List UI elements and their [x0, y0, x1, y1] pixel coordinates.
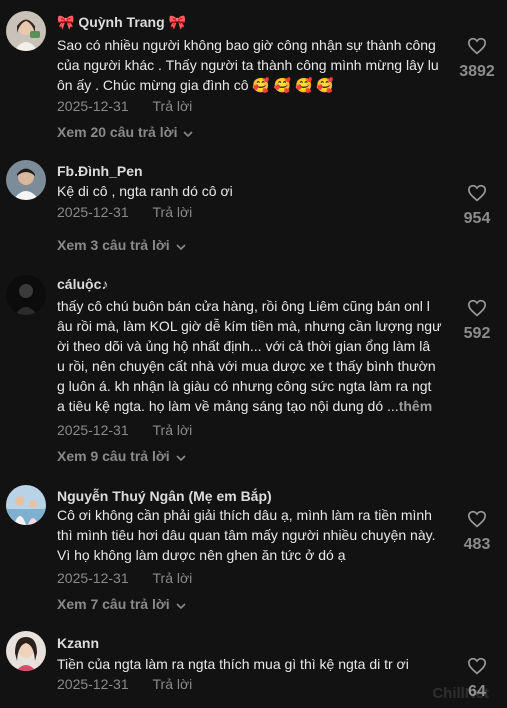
like-button[interactable]: 592 [447, 299, 507, 343]
view-replies-label: Xem 9 câu trả lời [57, 448, 170, 464]
comment-username[interactable]: 🎀 Quỳnh Trang 🎀 [57, 14, 186, 31]
avatar[interactable] [6, 275, 46, 315]
avatar[interactable] [6, 160, 46, 200]
view-replies-label: Xem 20 câu trả lời [57, 124, 178, 140]
comment-date: 2025-12-31 [57, 570, 129, 586]
reply-button[interactable]: Trả lời [153, 422, 193, 438]
comment-text-line: a tiêu kệ ngta. họ làm về mảng sáng tạo … [57, 396, 445, 416]
like-count: 483 [463, 536, 491, 553]
comment-text-line: ời theo dõi và ủng hộ nhất định... với c… [57, 338, 431, 354]
comment-meta: 2025-12-31 Trả lời [57, 98, 192, 114]
heart-outline-icon [447, 510, 507, 533]
comment-text-line: Tiền của ngta làm ra ngta thích mua gì t… [57, 656, 409, 672]
comment-text-line: thì mình tiêu hơi dâu quan tâm mấy người… [57, 527, 436, 543]
reply-button[interactable]: Trả lời [153, 676, 193, 692]
view-replies-button[interactable]: Xem 9 câu trả lời [57, 448, 186, 465]
avatar[interactable] [6, 11, 46, 51]
comment-username[interactable]: cáluộc♪ [57, 276, 108, 292]
comment-text: Cô ơi không cần phải giải thích dâu ạ, m… [57, 505, 445, 565]
comment-date: 2025-12-31 [57, 422, 129, 438]
comment-meta: 2025-12-31 Trả lời [57, 570, 192, 586]
comment-date: 2025-12-31 [57, 98, 129, 114]
view-replies-button[interactable]: Xem 20 câu trả lời [57, 124, 194, 141]
reply-button[interactable]: Trả lời [153, 204, 193, 220]
reply-button[interactable]: Trả lời [153, 570, 193, 586]
like-count: 3892 [459, 63, 495, 80]
chevron-down-icon [183, 125, 194, 141]
comment-text-line: ôn ấy . Chúc mừng gia đình cô 🥰 🥰 🥰 🥰 [57, 77, 334, 93]
comment-text-tail: a tiêu kệ ngta. họ làm về mảng sáng tạo … [57, 398, 399, 414]
avatar[interactable] [6, 485, 46, 525]
comment-text-line: của người khác . Thấy người ta thành côn… [57, 57, 439, 73]
comment-date: 2025-12-31 [57, 676, 129, 692]
view-replies-button[interactable]: Xem 7 câu trả lời [57, 596, 186, 613]
comment-meta: 2025-12-31 Trả lời [57, 204, 192, 220]
heart-outline-icon [447, 299, 507, 322]
like-button[interactable]: 954 [447, 184, 507, 228]
view-replies-button[interactable]: Xem 3 câu trả lời [57, 237, 186, 254]
comment-text-line: thấy cô chú buôn bán cửa hàng, rồi ông L… [57, 298, 430, 314]
comment-text: Tiền của ngta làm ra ngta thích mua gì t… [57, 654, 445, 674]
comment-meta: 2025-12-31 Trả lời [57, 676, 192, 692]
watermark: ChillNet [432, 685, 489, 702]
reply-button[interactable]: Trả lời [153, 98, 193, 114]
comment-text-line: g luôn á. kh nhận là giàu có nhưng công … [57, 378, 432, 394]
see-more-button[interactable]: thêm [399, 398, 432, 414]
comment-text-line: Vì họ không làm dược nên ghen ăn tức ở d… [57, 547, 346, 563]
comment-text-line: Sao có nhiều người không bao giờ công nh… [57, 37, 436, 53]
heart-outline-icon [447, 37, 507, 60]
heart-outline-icon [447, 184, 507, 207]
like-button[interactable]: 483 [447, 510, 507, 554]
chevron-down-icon [176, 238, 186, 254]
comment-text-line: âu rồi mà, làm KOL giờ dễ kím tiền mà, n… [57, 318, 442, 334]
view-replies-label: Xem 7 câu trả lời [57, 596, 170, 612]
chevron-down-icon [176, 449, 186, 465]
comment-text-line: Kệ di cô , ngta ranh dó cô ơi [57, 183, 233, 199]
comment-text: Sao có nhiều người không bao giờ công nh… [57, 35, 445, 95]
comment-text: Kệ di cô , ngta ranh dó cô ơi [57, 181, 445, 201]
avatar[interactable] [6, 631, 46, 671]
view-replies-label: Xem 3 câu trả lời [57, 237, 170, 253]
comment-date: 2025-12-31 [57, 204, 129, 220]
like-count: 954 [463, 210, 491, 227]
comment-meta: 2025-12-31 Trả lời [57, 422, 192, 438]
comment-username[interactable]: Nguyễn Thuý Ngân (Mẹ em Bắp) [57, 488, 272, 504]
comment-text: thấy cô chú buôn bán cửa hàng, rồi ông L… [57, 296, 445, 416]
comment-username[interactable]: Kzann [57, 635, 99, 651]
comment-text-line: u rồi, nên chuyện cất nhà với mua dược x… [57, 358, 436, 374]
like-button[interactable]: 3892 [447, 37, 507, 81]
heart-outline-icon [447, 657, 507, 680]
chevron-down-icon [176, 597, 186, 613]
comment-username[interactable]: Fb.Đình_Pen [57, 163, 143, 179]
like-count: 592 [463, 325, 491, 342]
comment-text-line: Cô ơi không cần phải giải thích dâu ạ, m… [57, 507, 432, 523]
